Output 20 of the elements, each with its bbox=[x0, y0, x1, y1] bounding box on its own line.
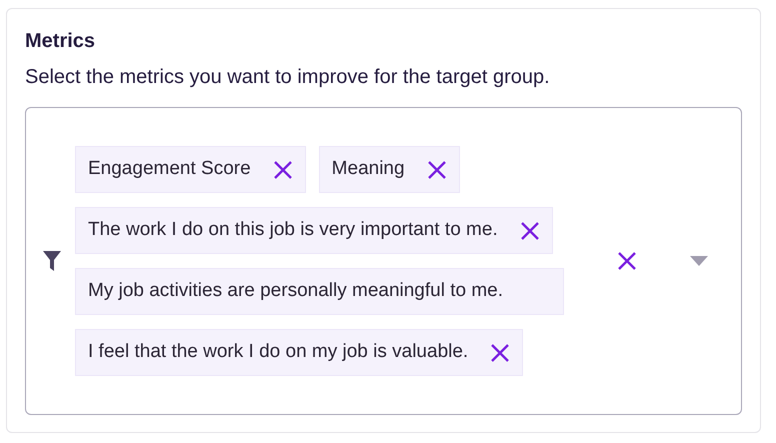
tag-label: I feel that the work I do on my job is valuable. bbox=[88, 340, 468, 364]
filter-icon bbox=[42, 250, 62, 272]
tag-label: My job activities are personally meaningful to me. bbox=[88, 279, 504, 304]
section-title: Metrics bbox=[25, 31, 96, 51]
clear-button[interactable] bbox=[617, 251, 637, 271]
close-icon bbox=[520, 220, 540, 240]
caret-icon[interactable] bbox=[690, 256, 708, 266]
close-icon bbox=[490, 342, 510, 362]
tag-label: Meaning bbox=[332, 157, 405, 182]
metrics-select[interactable]: Engagement Score Meaning The work I do on this job is very important to me. My job activities are personally meaningful to me. I feel that the work I do on my job is valuable. bbox=[25, 107, 742, 415]
close-icon bbox=[617, 251, 637, 271]
close-icon bbox=[272, 160, 293, 180]
remove-tag-button[interactable] bbox=[426, 160, 447, 180]
remove-tag-button[interactable] bbox=[520, 220, 540, 240]
remove-tag-button[interactable] bbox=[272, 160, 293, 180]
close-icon bbox=[426, 160, 447, 180]
remove-tag-button[interactable] bbox=[490, 342, 510, 362]
section-description: Select the metrics you want to improve for the target group. bbox=[25, 67, 551, 87]
tag-label: The work I do on this job is very important to me. bbox=[88, 218, 498, 242]
tag-label: Engagement Score bbox=[88, 157, 251, 182]
